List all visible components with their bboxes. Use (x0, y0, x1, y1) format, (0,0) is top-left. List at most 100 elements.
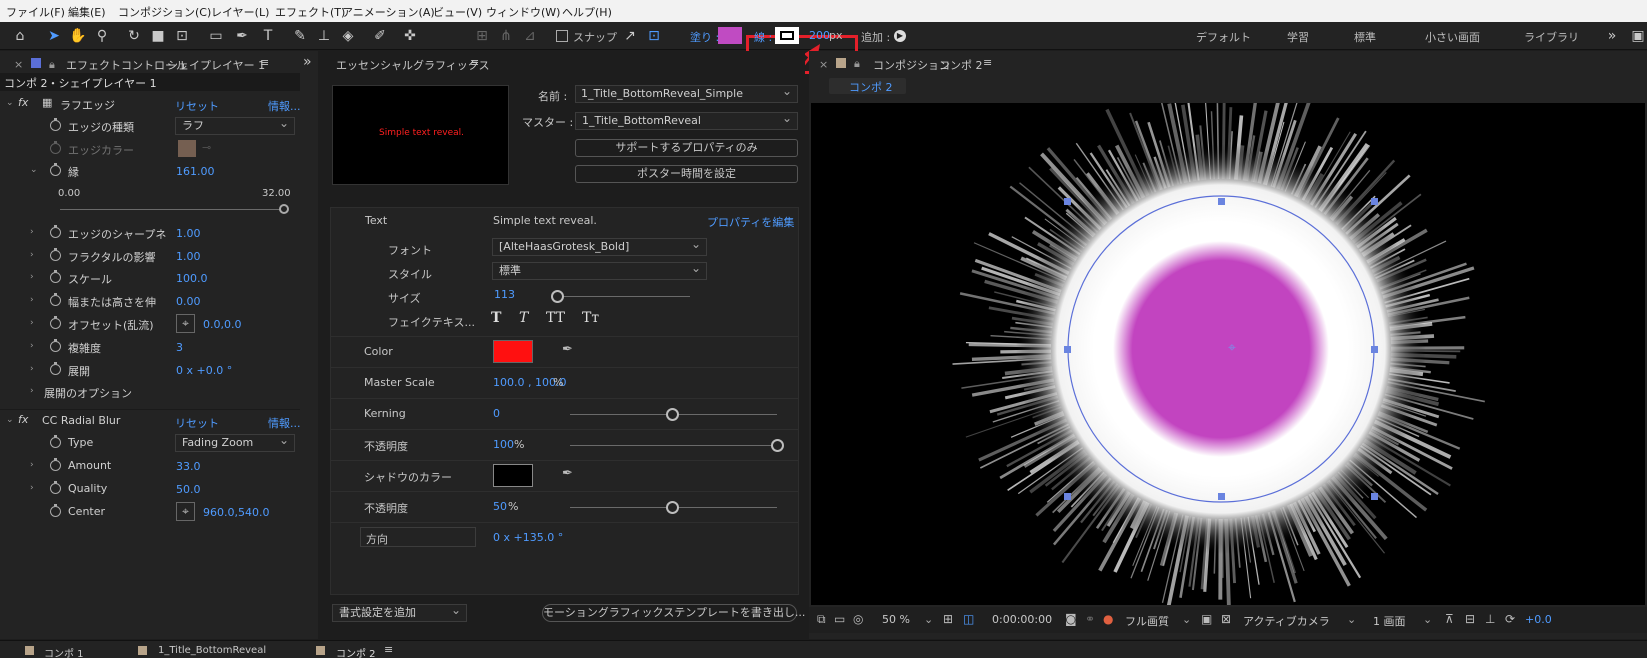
edge-type-dropdown[interactable]: ラフ (175, 115, 295, 135)
text-color-swatch[interactable] (493, 340, 533, 363)
mask-view-icon[interactable]: ◎ (853, 612, 863, 626)
resolution-dropdown[interactable]: フル画質 (1125, 613, 1169, 629)
menu-layer[interactable]: レイヤー(L) (211, 4, 269, 20)
snap-option-icon[interactable]: ↗ (620, 26, 640, 46)
menu-window[interactable]: ウィンドウ(W) (486, 4, 560, 20)
fx-icon[interactable]: fx (18, 413, 28, 426)
direction-value[interactable]: 0 x +135.0 ° (493, 531, 563, 544)
fill-label[interactable]: 塗り : (690, 29, 719, 45)
bounding-handle[interactable] (1064, 346, 1071, 353)
all-caps-icon[interactable]: TT (546, 310, 565, 326)
more-workspaces-icon[interactable]: » (1602, 26, 1622, 46)
transparency-grid-icon[interactable]: ◫ (963, 612, 974, 626)
rotate-tool-icon[interactable]: ↻ (124, 26, 144, 46)
stamp-tool-icon[interactable]: ⊥ (314, 26, 334, 46)
opacity-value[interactable]: 100 (493, 438, 514, 451)
menu-effect[interactable]: エフェクト(T) (275, 4, 345, 20)
channel-icon[interactable]: ● (1103, 612, 1113, 626)
grid-icon[interactable]: ⊠ (1221, 612, 1231, 626)
text-tool-icon[interactable]: T (258, 26, 278, 46)
info-link[interactable]: 情報... (268, 415, 301, 431)
reset-exposure-icon[interactable]: ⟳ (1505, 612, 1515, 626)
zoom-dropdown[interactable]: 50 % (882, 613, 910, 626)
stopwatch-icon[interactable] (50, 316, 61, 329)
brush-tool-icon[interactable]: ✎ (290, 26, 310, 46)
info-link[interactable]: 情報... (268, 98, 301, 114)
exposure-value[interactable]: +0.0 (1525, 613, 1552, 626)
hand-tool-icon[interactable]: ✋ (68, 26, 88, 46)
anchor-tool-icon[interactable]: ⊡ (172, 26, 192, 46)
menu-file[interactable]: ファイル(F) (6, 4, 65, 20)
fill-swatch[interactable] (718, 27, 742, 44)
bounding-handle[interactable] (1064, 493, 1071, 500)
stopwatch-icon[interactable] (50, 163, 61, 176)
reset-link[interactable]: リセット (175, 98, 219, 114)
set-poster-time-button[interactable]: ポスター時間を設定 (575, 165, 798, 183)
fx-icon[interactable]: fx (18, 96, 28, 109)
edit-properties-link[interactable]: プロパティを編集 (707, 214, 794, 230)
prop-value[interactable]: 33.0 (176, 460, 201, 473)
snapshot-icon[interactable]: ⧉ (817, 612, 826, 627)
prop-value[interactable]: 1.00 (176, 250, 201, 263)
style-dropdown[interactable]: 標準 (492, 260, 707, 280)
border-slider-track[interactable] (60, 209, 282, 210)
menu-edit[interactable]: 編集(E) (68, 4, 106, 20)
stopwatch-icon[interactable] (50, 118, 61, 131)
small-caps-icon[interactable]: Tт (582, 310, 599, 326)
rectangle-tool-icon[interactable]: ▭ (206, 26, 226, 46)
stopwatch-icon[interactable] (50, 270, 61, 283)
eyedropper-icon[interactable]: ⊸ (202, 141, 211, 154)
timecode[interactable]: 0:00:00:00 (992, 613, 1052, 626)
workspace-default[interactable]: デフォルト (1196, 29, 1251, 45)
shadow-opacity-slider-knob[interactable] (666, 501, 679, 514)
lock-icon[interactable]: 🔒︎ (854, 57, 860, 71)
fx-cc-radial-blur[interactable]: ⌄ fx CC Radial Blur リセット 情報... (0, 409, 301, 431)
panel-menu-icon[interactable]: ≡ (470, 56, 479, 69)
shadow-opacity-value[interactable]: 50 (493, 500, 507, 513)
text-prop-value[interactable]: Simple text reveal. (493, 214, 597, 227)
stopwatch-icon[interactable] (50, 225, 61, 238)
stopwatch-icon[interactable] (50, 339, 61, 352)
composition-viewer[interactable]: ⌖ (811, 103, 1645, 605)
timeline-icon[interactable]: ⊟ (1465, 612, 1475, 626)
home-icon[interactable]: ⌂ (10, 26, 30, 46)
bounding-handle[interactable] (1371, 493, 1378, 500)
pen-tool-icon[interactable]: ✒ (232, 26, 252, 46)
effect-controls-layer[interactable]: シェイプレイヤー 1 (167, 57, 265, 73)
axis-icon[interactable]: ⊿ (520, 26, 540, 46)
prop-value[interactable]: 50.0 (176, 483, 201, 496)
expand-panel-icon[interactable]: » (303, 54, 312, 70)
close-tab-icon[interactable]: × (14, 58, 23, 71)
fast-preview-icon[interactable]: ⊼ (1445, 612, 1454, 626)
panel-menu-icon[interactable]: ≡ (384, 643, 393, 656)
prop-value[interactable]: 960.0,540.0 (203, 506, 269, 519)
size-value[interactable]: 113 (494, 288, 515, 301)
align-icon[interactable]: ⊞ (472, 26, 492, 46)
bounding-handle[interactable] (1064, 198, 1071, 205)
border-slider-knob[interactable] (279, 204, 289, 214)
region-icon[interactable]: ▣ (1201, 612, 1212, 626)
camera-tool-icon[interactable]: ■ (148, 26, 168, 46)
prop-evolution-options[interactable]: › 展開のオプション (0, 381, 300, 403)
stopwatch-icon[interactable] (50, 293, 61, 306)
close-tab-icon[interactable]: × (819, 58, 828, 71)
prop-value[interactable]: 100.0 (176, 272, 208, 285)
bounding-handle[interactable] (1371, 198, 1378, 205)
prop-value[interactable]: 0.0,0.0 (203, 318, 241, 331)
bounding-handle[interactable] (1218, 198, 1225, 205)
workspace-libraries[interactable]: ライブラリ (1524, 29, 1579, 45)
show-snapshot-icon[interactable]: ⚭ (1085, 612, 1095, 626)
panel-icon[interactable]: ▣ (1628, 26, 1647, 46)
flowchart-icon[interactable]: ⊥ (1485, 612, 1495, 626)
stopwatch-icon[interactable] (50, 504, 61, 517)
stopwatch-icon[interactable] (50, 248, 61, 261)
anchor-point-icon[interactable]: ⌖ (1228, 340, 1236, 356)
distribute-icon[interactable]: ⋔ (496, 26, 516, 46)
views-dropdown[interactable]: 1 画面 (1373, 613, 1406, 629)
export-template-button[interactable]: モーショングラフィックステンプレートを書き出し... (542, 604, 805, 622)
supported-properties-button[interactable]: サポートするプロパティのみ (575, 139, 798, 157)
faux-bold-icon[interactable]: T (491, 310, 501, 326)
fx-rough-edges[interactable]: ⌄ fx ▦ ラフエッジ リセット 情報... (0, 93, 301, 115)
menu-help[interactable]: ヘルプ(H) (562, 4, 612, 20)
timeline-tab-comp1[interactable]: コンポ 1 (44, 645, 84, 658)
